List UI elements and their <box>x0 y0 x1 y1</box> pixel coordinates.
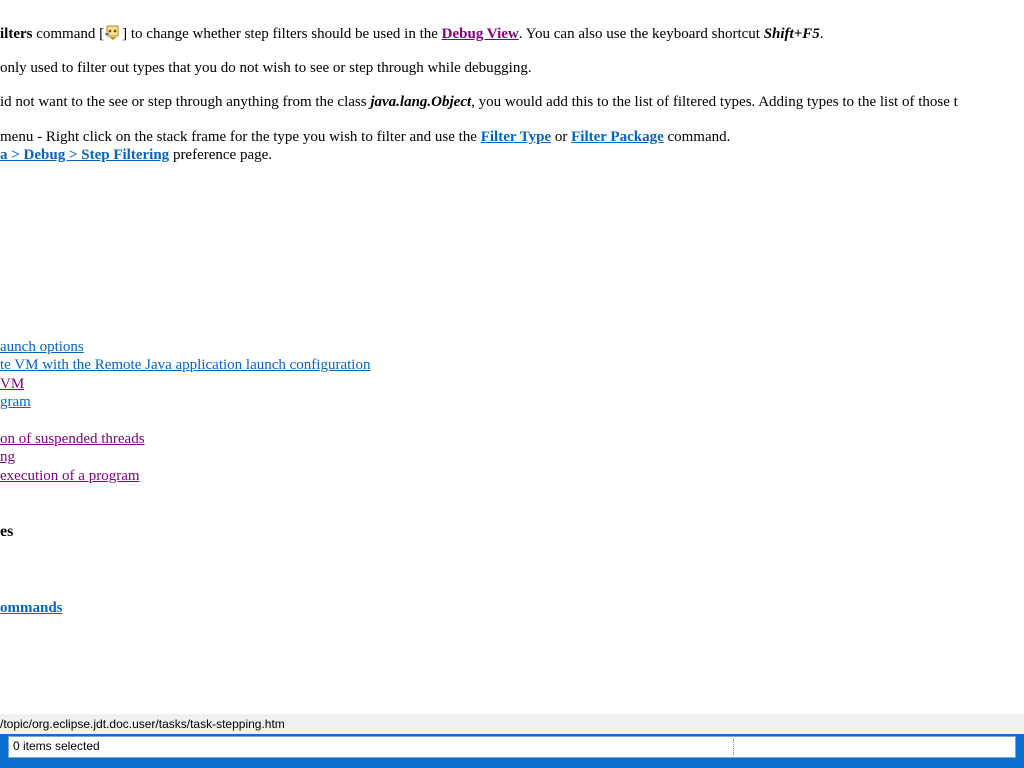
hover-url: /topic/org.eclipse.jdt.doc.user/tasks/ta… <box>0 717 285 731</box>
related-link-launch-options: aunch options <box>0 339 84 355</box>
keyboard-shortcut: Shift+F5 <box>763 26 820 42</box>
paragraph-step-filters-command: ilters command [] to change whether step… <box>0 25 824 42</box>
command-name-fragment: ilters <box>0 26 33 42</box>
filter-type-link[interactable]: Filter Type <box>481 129 551 145</box>
link-url-bar: /topic/org.eclipse.jdt.doc.user/tasks/ta… <box>0 714 1024 734</box>
selection-status: 0 items selected <box>13 739 100 753</box>
related-link-suspended-threads: on of suspended threads <box>0 431 145 447</box>
related-references-heading: es <box>0 523 14 540</box>
paragraph-filter-example: id not want to the see or step through a… <box>0 94 958 110</box>
paragraph-context-menu: menu - Right click on the stack frame fo… <box>0 129 731 145</box>
status-bar: 0 items selected <box>0 734 1024 768</box>
status-grip-icon[interactable] <box>733 739 736 755</box>
paragraph-filter-purpose: only used to filter out types that you d… <box>0 60 532 76</box>
filter-package-link[interactable]: Filter Package <box>571 129 664 145</box>
class-name: java.lang.Object <box>370 94 472 110</box>
step-filter-icon <box>104 25 122 41</box>
debug-view-link[interactable]: Debug View <box>442 26 519 42</box>
related-link-execution: execution of a program <box>0 468 140 484</box>
related-link-stepping: ng <box>0 449 15 465</box>
paragraph-preference-page: a > Debug > Step Filtering preference pa… <box>0 147 273 163</box>
help-content: ilters command [] to change whether step… <box>0 0 1024 714</box>
related-link-remote-vm: te VM with the Remote Java application l… <box>0 357 371 373</box>
related-link-program: gram <box>0 394 31 410</box>
reference-link-commands: ommands <box>0 600 63 616</box>
status-panel: 0 items selected <box>8 736 1016 758</box>
step-filtering-preference-link[interactable]: a > Debug > Step Filtering <box>0 147 169 163</box>
related-link-vm: VM <box>0 376 25 392</box>
